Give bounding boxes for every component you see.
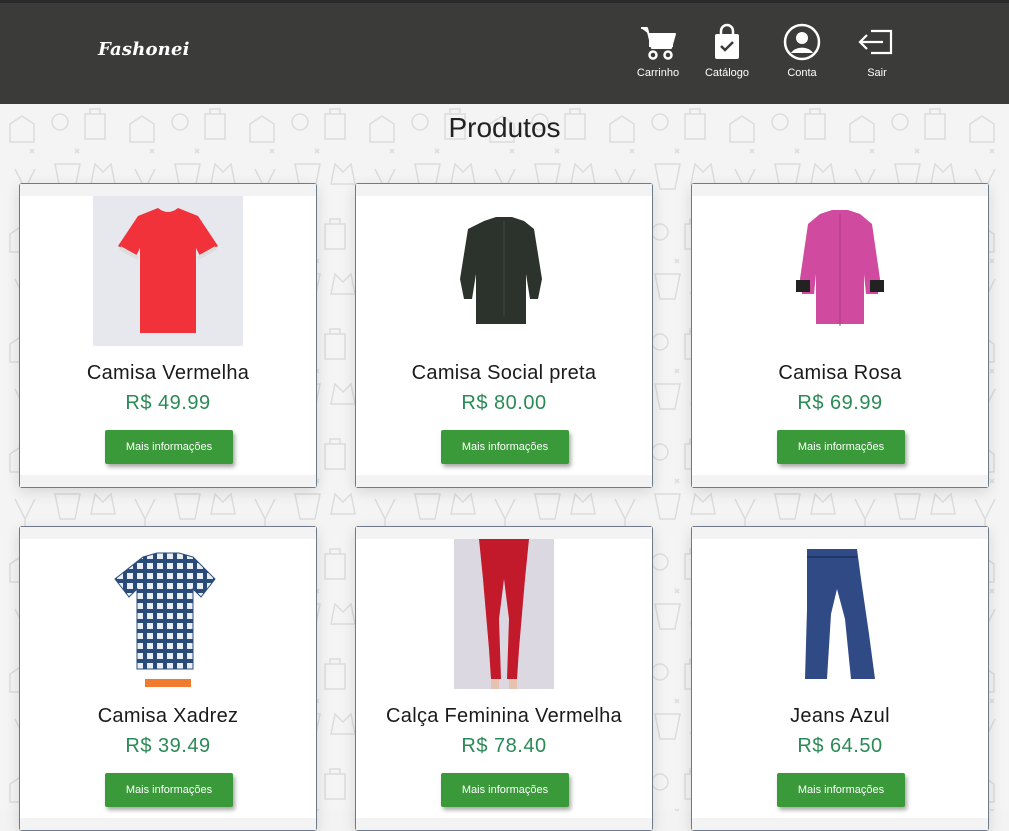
product-price: R$ 49.99 (125, 392, 211, 414)
product-price: R$ 69.99 (797, 392, 883, 414)
more-info-button[interactable]: Mais informações (105, 773, 233, 807)
more-info-button[interactable]: Mais informações (105, 430, 233, 464)
logout-icon (858, 29, 893, 55)
pink-shirt-image (765, 196, 915, 346)
black-dress-shirt-image (429, 196, 579, 346)
product-price: R$ 78.40 (461, 735, 547, 757)
more-info-button[interactable]: Mais informações (441, 430, 569, 464)
cart-icon (641, 27, 676, 60)
product-card: Calça Feminina Vermelha R$ 78.40 Mais in… (355, 526, 653, 831)
product-name: Camisa Social preta (411, 362, 597, 384)
blue-jeans-image (765, 539, 915, 689)
nav-cart[interactable]: Carrinho (623, 23, 693, 79)
product-name: Camisa Xadrez (97, 705, 239, 727)
product-card: Camisa Xadrez R$ 39.49 Mais informações (19, 526, 317, 831)
nav-catalog-label: Catálogo (704, 67, 750, 79)
nav-logout[interactable]: Sair (842, 23, 912, 79)
product-name: Camisa Rosa (778, 362, 902, 384)
brand-logo[interactable]: Fashonei (98, 39, 190, 60)
nav-account-label: Conta (787, 67, 817, 79)
nav-cart-label: Carrinho (636, 67, 680, 79)
red-pants-image (454, 539, 554, 689)
nav-logout-label: Sair (867, 67, 887, 79)
product-card: Camisa Vermelha R$ 49.99 Mais informaçõe… (19, 183, 317, 488)
plaid-shirt-image (93, 539, 243, 689)
nav-account[interactable]: Conta (767, 23, 837, 79)
red-tshirt-image (93, 196, 243, 346)
more-info-button[interactable]: Mais informações (777, 773, 905, 807)
product-price: R$ 39.49 (125, 735, 211, 757)
product-name: Jeans Azul (790, 705, 890, 727)
product-price: R$ 64.50 (797, 735, 883, 757)
shopping-bag-icon (715, 23, 739, 59)
product-card: Camisa Rosa R$ 69.99 Mais informações (691, 183, 989, 488)
more-info-button[interactable]: Mais informações (777, 430, 905, 464)
page-title: Produtos (448, 112, 561, 143)
user-circle-icon (783, 23, 821, 61)
product-price: R$ 80.00 (461, 392, 547, 414)
top-navbar: Fashonei Carrinho Catálogo Conta Sair (0, 0, 1009, 104)
more-info-button[interactable]: Mais informações (441, 773, 569, 807)
nav-catalog[interactable]: Catálogo (692, 23, 762, 79)
product-name: Calça Feminina Vermelha (386, 705, 622, 727)
product-name: Camisa Vermelha (86, 362, 250, 384)
product-card: Jeans Azul R$ 64.50 Mais informações (691, 526, 989, 831)
product-card: Camisa Social preta R$ 80.00 Mais inform… (355, 183, 653, 488)
